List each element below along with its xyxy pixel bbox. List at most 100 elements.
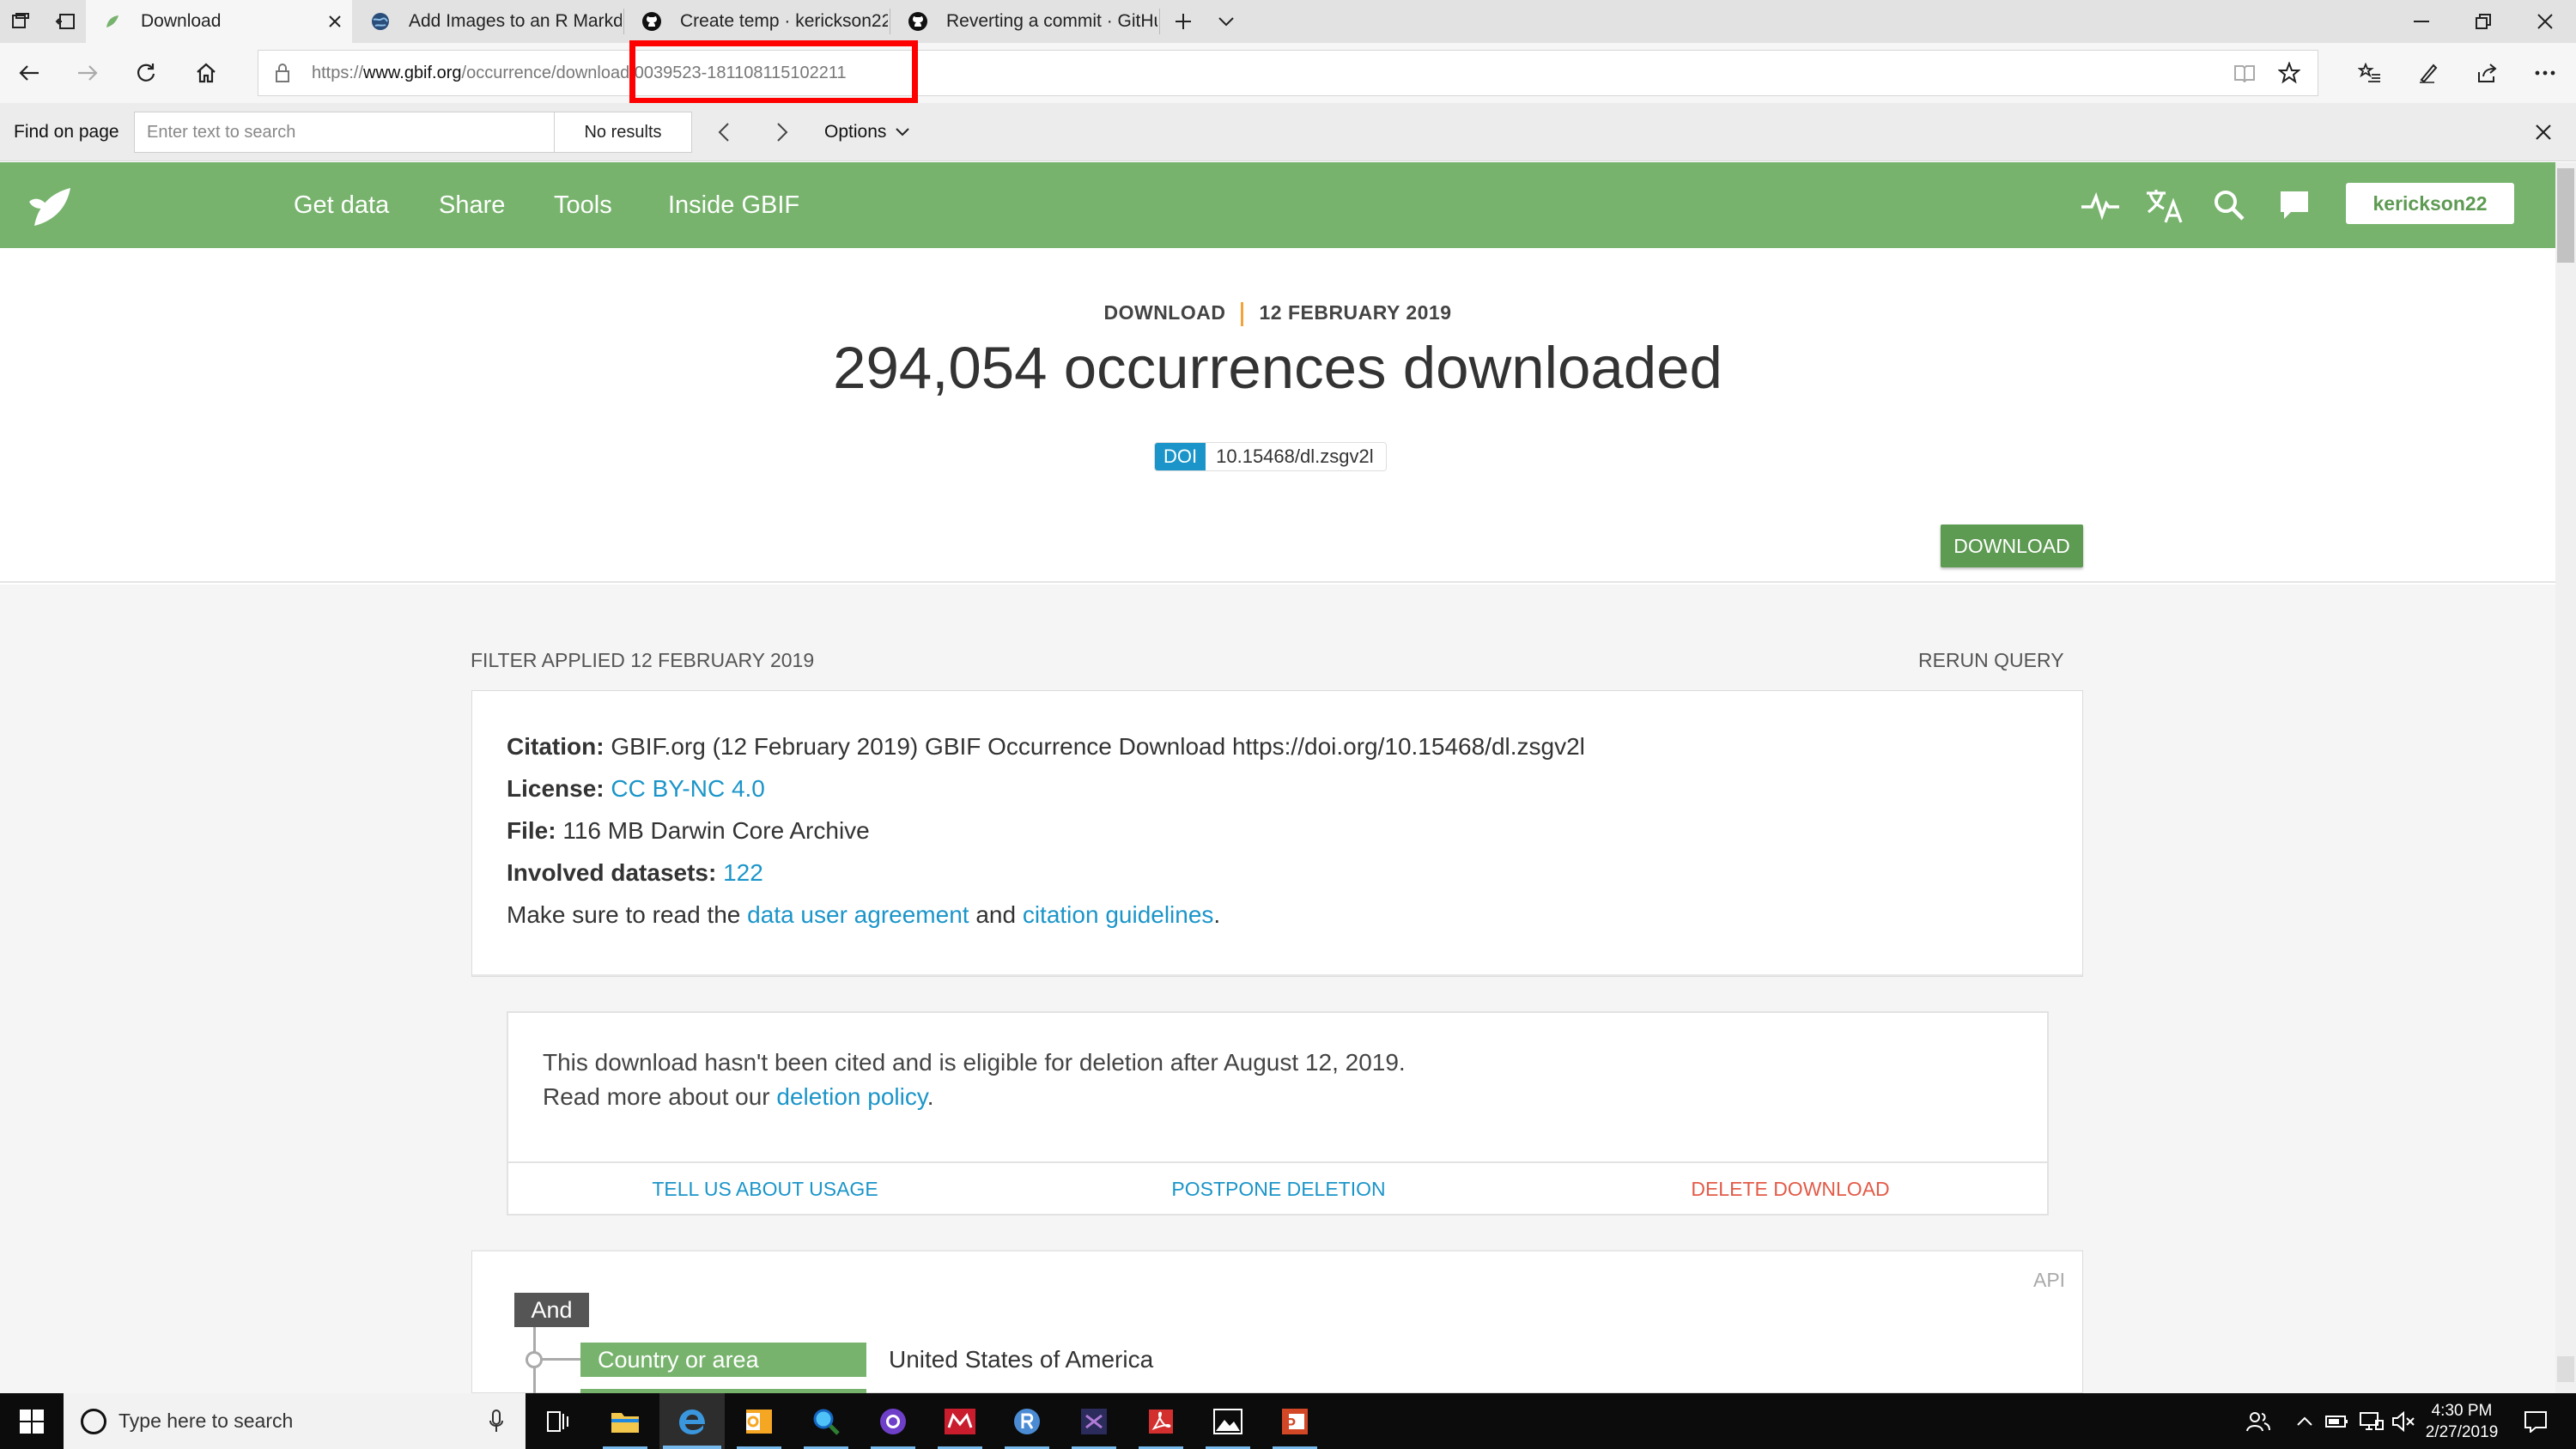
file-explorer-icon[interactable] (592, 1393, 658, 1449)
address-toolbar: https://www.gbif.org/occurrence/download… (0, 43, 2576, 103)
taskbar-search-box[interactable]: Type here to search (64, 1393, 526, 1449)
license-row: License: CC BY-NC 4.0 (507, 767, 2048, 809)
svg-text:P: P (1285, 1416, 1296, 1433)
nav-get-data[interactable]: Get data (294, 162, 389, 248)
people-icon[interactable] (2241, 1393, 2275, 1449)
tab-download[interactable]: Download (86, 0, 352, 43)
gbif-logo-icon[interactable] (22, 176, 81, 234)
github-desktop-icon[interactable] (860, 1393, 926, 1449)
powerpoint-icon[interactable]: P (1262, 1393, 1327, 1449)
forward-icon[interactable] (58, 43, 117, 103)
nav-inside-gbif[interactable]: Inside GBIF (668, 162, 799, 248)
notice-actions: TELL US ABOUT USAGE POSTPONE DELETION DE… (508, 1161, 2047, 1214)
citation-row: Citation: GBIF.org (12 February 2019) GB… (507, 725, 2048, 767)
github-favicon-icon (907, 10, 929, 33)
user-account-button[interactable]: kerickson22 (2346, 183, 2514, 224)
find-options-dropdown[interactable]: Options (824, 103, 910, 161)
nav-share[interactable]: Share (439, 162, 505, 248)
task-view-icon[interactable] (526, 1393, 591, 1449)
back-icon[interactable] (0, 43, 58, 103)
tab-preview-chevron-icon[interactable] (1206, 0, 1247, 43)
language-translate-icon[interactable] (2142, 183, 2186, 227)
notice-line-2-text: Read more about our (543, 1083, 770, 1110)
tab-reverting-commit[interactable]: Reverting a commit · GitHu (891, 0, 1157, 43)
photos-icon[interactable] (1195, 1393, 1261, 1449)
search-icon[interactable] (2207, 183, 2251, 227)
find-next-icon[interactable] (761, 112, 804, 153)
edge-browser-icon[interactable] (659, 1393, 725, 1449)
tell-us-about-usage-button[interactable]: TELL US ABOUT USAGE (508, 1163, 1022, 1216)
scrollbar-thumb[interactable] (2557, 168, 2574, 263)
url-scheme: https:// (312, 64, 364, 82)
browser-tab-bar: Download Add Images to an R Markdc Creat… (0, 0, 2576, 43)
gbif-navbar: Get data Share Tools Inside GBIF kericks… (0, 162, 2555, 248)
system-clock[interactable]: 4:30 PM 2/27/2019 (2415, 1400, 2509, 1443)
tab-manager-icon[interactable] (0, 0, 41, 43)
kicker-divider (1241, 301, 1244, 326)
minimize-icon[interactable] (2391, 0, 2452, 43)
more-options-icon[interactable] (2516, 43, 2574, 103)
battery-icon[interactable] (2320, 1393, 2354, 1449)
search-app-icon[interactable] (793, 1393, 859, 1449)
download-metadata: Citation: GBIF.org (12 February 2019) GB… (472, 691, 2082, 976)
network-icon[interactable] (2354, 1393, 2389, 1449)
close-window-icon[interactable] (2514, 0, 2576, 43)
citation-guidelines-link[interactable]: citation guidelines (1023, 901, 1214, 928)
notice-line-1: This download hasn't been cited and is e… (543, 1049, 1406, 1076)
doi-badge[interactable]: DOI 10.15468/dl.zsgv2l (1154, 442, 1387, 471)
download-kicker: DOWNLOAD 12 FEBRUARY 2019 (0, 301, 2555, 326)
notice-line-2: Read more about our deletion policy. (543, 1083, 934, 1110)
new-tab-icon[interactable] (1163, 0, 1204, 43)
favorites-hub-icon[interactable] (2341, 43, 2399, 103)
find-input[interactable] (134, 112, 555, 153)
tab-rmarkdown[interactable]: Add Images to an R Markdc (354, 0, 622, 43)
show-hidden-icons-chevron-icon[interactable] (2287, 1393, 2322, 1449)
kicker-label: DOWNLOAD (1103, 301, 1226, 324)
address-bar[interactable]: https://www.gbif.org/occurrence/download… (258, 50, 2318, 96)
chevron-down-icon (896, 128, 910, 136)
datasets-row: Involved datasets: 122 (507, 852, 2048, 894)
feedback-comment-icon[interactable] (2272, 183, 2317, 227)
favorite-star-icon[interactable] (2260, 43, 2318, 103)
agreement-text: Make sure to read the (507, 901, 741, 928)
api-link[interactable]: API (2033, 1269, 2065, 1292)
citation-text: GBIF.org (12 February 2019) GBIF Occurre… (611, 733, 1585, 760)
file-label: File: (507, 817, 556, 844)
windows-start-icon[interactable] (0, 1393, 64, 1449)
postpone-deletion-button[interactable]: POSTPONE DELETION (1022, 1163, 1535, 1216)
web-note-pen-icon[interactable] (2399, 43, 2458, 103)
data-user-agreement-link[interactable]: data user agreement (747, 901, 969, 928)
delete-download-button[interactable]: DELETE DOWNLOAD (1534, 1163, 2047, 1216)
find-previous-icon[interactable] (702, 112, 745, 153)
close-find-icon[interactable] (2530, 118, 2557, 146)
home-icon[interactable] (177, 43, 235, 103)
page-scrollbar[interactable] (2555, 162, 2576, 1393)
acrobat-reader-icon[interactable] (1128, 1393, 1194, 1449)
nav-tools[interactable]: Tools (554, 162, 612, 248)
datasets-link[interactable]: 122 (723, 859, 763, 886)
microphone-icon[interactable] (488, 1409, 505, 1434)
visual-studio-icon[interactable] (1061, 1393, 1127, 1449)
agreement-and: and (975, 901, 1017, 928)
download-button[interactable]: DOWNLOAD (1941, 524, 2083, 567)
tab-create-temp[interactable]: Create temp · kerickson22/l (625, 0, 888, 43)
restore-icon[interactable] (2452, 0, 2514, 43)
set-tabs-aside-icon[interactable] (45, 0, 86, 43)
deletion-policy-link[interactable]: deletion policy (776, 1083, 927, 1110)
rerun-query-link[interactable]: RERUN QUERY (1918, 649, 2064, 672)
scrollbar-down-area[interactable] (2557, 1356, 2574, 1382)
find-label: Find on page (14, 122, 119, 142)
action-center-icon[interactable] (2512, 1393, 2559, 1449)
lock-icon[interactable] (274, 63, 291, 83)
citation-label: Citation: (507, 733, 605, 760)
health-pulse-icon[interactable] (2078, 183, 2123, 227)
license-link[interactable]: CC BY-NC 4.0 (611, 775, 764, 802)
rstudio-icon[interactable] (994, 1393, 1060, 1449)
outlook-icon[interactable] (726, 1393, 792, 1449)
share-icon[interactable] (2458, 43, 2516, 103)
mendeley-icon[interactable] (927, 1393, 993, 1449)
page-title: 294,054 occurrences downloaded (833, 335, 1722, 401)
filter-key-country: Country or area (580, 1343, 866, 1377)
close-tab-icon[interactable] (318, 0, 352, 43)
refresh-icon[interactable] (117, 43, 175, 103)
